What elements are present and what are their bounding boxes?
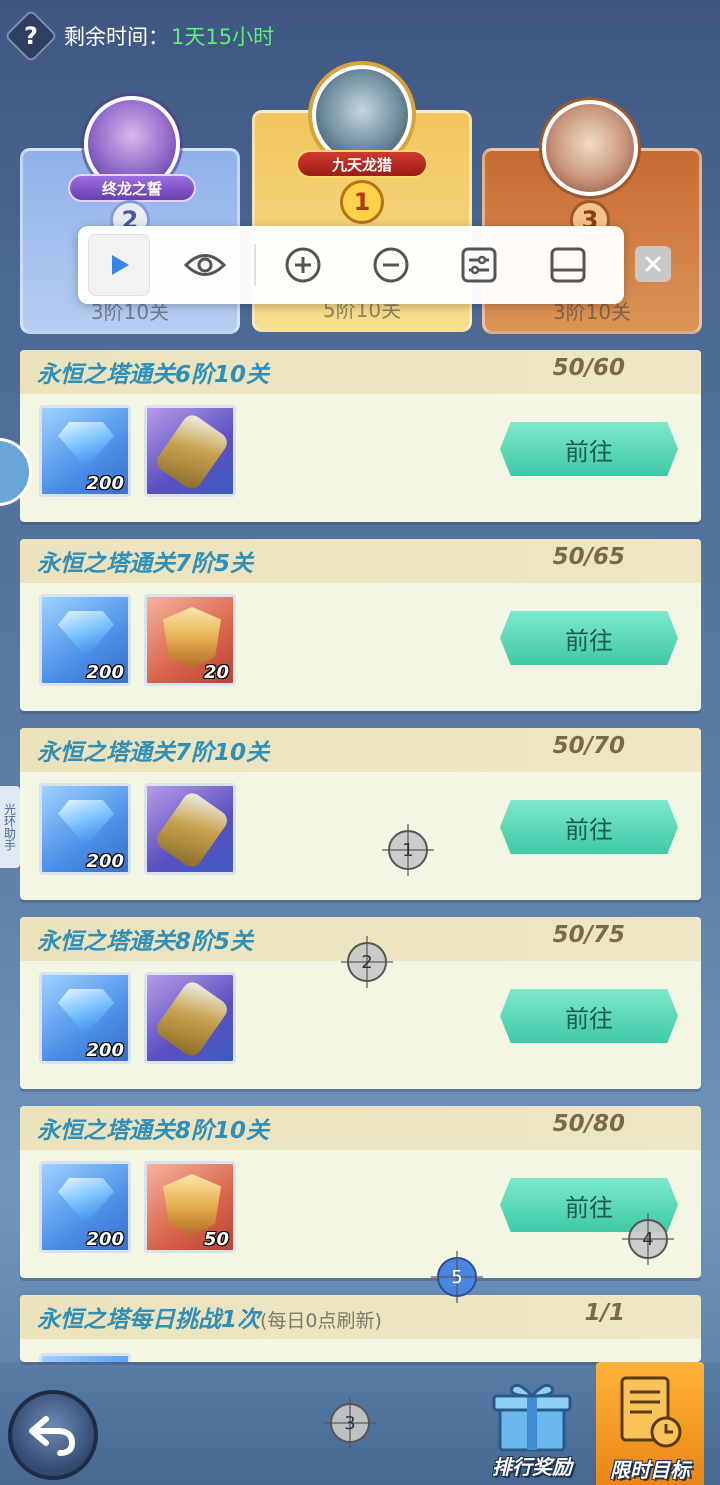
close-icon	[644, 255, 662, 273]
reward-quantity: 20	[203, 662, 229, 683]
close-button[interactable]	[635, 246, 671, 282]
reward-quantity: 50	[203, 1229, 229, 1250]
limited-goal-label: 限时目标	[610, 1458, 690, 1482]
back-button[interactable]	[8, 1390, 98, 1480]
go-button[interactable]: 前往	[500, 800, 678, 854]
floating-toolbar	[78, 226, 671, 304]
scroll-icon	[153, 411, 231, 493]
task-progress: 50/70	[552, 733, 625, 759]
timer-value: 1天15小时	[171, 25, 275, 49]
reward-item[interactable]	[39, 1353, 131, 1362]
go-button[interactable]: 前往	[500, 422, 678, 476]
task-title-text: 永恒之塔每日挑战1次	[37, 1307, 261, 1333]
task-progress: 1/1	[584, 1300, 625, 1326]
marker-1: 1	[382, 824, 434, 876]
marker-5: 5	[431, 1251, 483, 1303]
marker-2: 2	[341, 936, 393, 988]
task-refresh-note: (每日0点刷新)	[260, 1310, 382, 1332]
reward-quantity: 200	[86, 1229, 124, 1250]
document-clock-icon	[620, 1376, 682, 1448]
reward-item[interactable]	[144, 972, 236, 1064]
task-item: 永恒之塔通关7阶10关 50/70 200 前往	[20, 728, 701, 900]
player-name-first: 九天龙猎	[296, 150, 428, 178]
task-item: 永恒之塔通关8阶10关 50/80 200 50 前往	[20, 1106, 701, 1278]
marker-3: 3	[324, 1397, 376, 1449]
reward-item[interactable]: 200	[39, 783, 131, 875]
armor-icon	[163, 1174, 221, 1236]
task-progress: 50/75	[552, 922, 625, 948]
play-button[interactable]	[88, 234, 150, 296]
reward-quantity: 200	[86, 1040, 124, 1061]
ranking-reward-label: 排行奖励	[492, 1455, 572, 1479]
task-title: 永恒之塔通关8阶5关	[37, 929, 254, 955]
zoom-out-button[interactable]	[366, 240, 416, 290]
dock-icon	[550, 247, 586, 283]
reward-quantity: 200	[86, 662, 124, 683]
reward-item[interactable]: 200	[39, 405, 131, 497]
reward-item[interactable]	[144, 783, 236, 875]
armor-icon	[163, 607, 221, 669]
zoom-in-icon	[285, 247, 321, 283]
task-title: 永恒之塔每日挑战1次(每日0点刷新)	[37, 1300, 382, 1334]
zoom-out-icon	[373, 247, 409, 283]
scroll-icon	[153, 978, 231, 1060]
reward-quantity: 200	[86, 851, 124, 872]
side-assistant-tab[interactable]: 光环助手	[0, 786, 20, 868]
ranking-reward-button[interactable]: 排行奖励	[482, 1378, 582, 1482]
task-title: 永恒之塔通关7阶5关	[37, 551, 254, 577]
avatar-third[interactable]	[542, 100, 638, 196]
player-name-second: 终龙之誓	[68, 174, 196, 202]
reward-item[interactable]	[144, 405, 236, 497]
rank-medal-first: 1	[340, 180, 384, 224]
view-button[interactable]	[180, 240, 230, 290]
task-title: 永恒之塔通关6阶10关	[37, 362, 270, 388]
play-icon	[112, 255, 129, 275]
reward-item[interactable]: 50	[144, 1161, 236, 1253]
reward-item[interactable]: 200	[39, 1161, 131, 1253]
task-title: 永恒之塔通关7阶10关	[37, 740, 270, 766]
diamond-icon	[58, 800, 114, 846]
settings-button[interactable]	[454, 240, 504, 290]
dock-button[interactable]	[543, 240, 593, 290]
back-arrow-icon	[29, 1416, 76, 1456]
task-item: 永恒之塔通关7阶5关 50/65 200 20 前往	[20, 539, 701, 711]
task-progress: 50/60	[552, 355, 625, 381]
reward-item[interactable]: 20	[144, 594, 236, 686]
task-item: 永恒之塔通关6阶10关 50/60 200 前往	[20, 350, 701, 522]
diamond-icon	[58, 1178, 114, 1224]
gift-icon	[492, 1383, 572, 1452]
eye-icon	[184, 254, 226, 276]
task-progress: 50/65	[552, 544, 625, 570]
marker-4: 4	[622, 1213, 674, 1265]
task-item: 永恒之塔每日挑战1次(每日0点刷新) 1/1	[20, 1295, 701, 1362]
go-button[interactable]: 前往	[500, 989, 678, 1043]
sliders-icon	[461, 247, 497, 283]
reward-quantity: 200	[86, 473, 124, 494]
reward-item[interactable]: 200	[39, 972, 131, 1064]
diamond-icon	[58, 989, 114, 1035]
diamond-icon	[58, 422, 114, 468]
task-progress: 50/80	[552, 1111, 625, 1137]
scroll-icon	[153, 789, 231, 871]
limited-goal-button[interactable]: 限时目标	[596, 1362, 704, 1485]
help-icon[interactable]: ?	[4, 9, 58, 63]
timer-bar: ? 剩余时间： 1天15小时	[4, 9, 275, 63]
toolbar-divider	[254, 244, 256, 286]
zoom-in-button[interactable]	[278, 240, 328, 290]
task-title: 永恒之塔通关8阶10关	[37, 1118, 270, 1144]
reward-item[interactable]: 200	[39, 594, 131, 686]
diamond-icon	[58, 611, 114, 657]
timer-label: 剩余时间：	[64, 25, 169, 49]
go-button[interactable]: 前往	[500, 611, 678, 665]
